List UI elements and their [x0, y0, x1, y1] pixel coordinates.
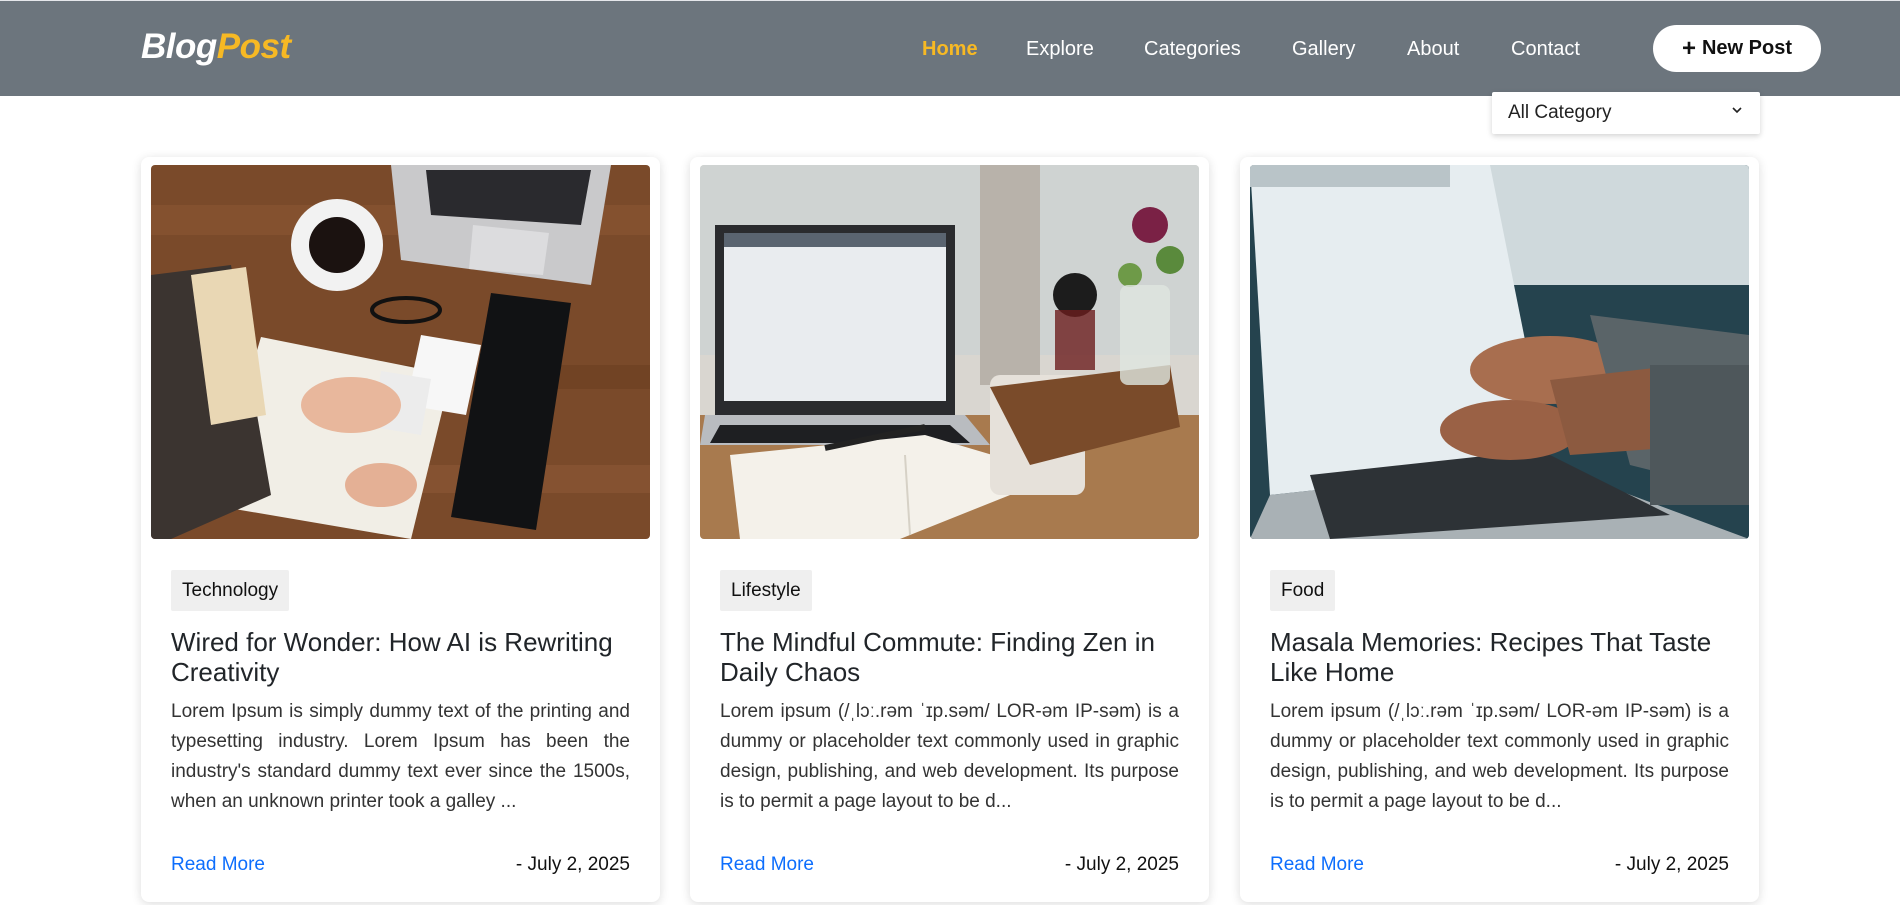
category-filter-select[interactable]: All Category	[1492, 92, 1760, 134]
post-title[interactable]: Wired for Wonder: How AI is Rewriting Cr…	[171, 627, 630, 687]
nav-about[interactable]: About	[1407, 38, 1459, 61]
post-excerpt: Lorem ipsum (/ˌlɔː.rəm ˈɪp.səm/ LOR-əm I…	[1270, 701, 1729, 812]
post-image[interactable]	[151, 165, 650, 539]
read-more-link[interactable]: Read More	[1270, 854, 1364, 876]
category-filter-value: All Category	[1508, 102, 1612, 123]
post-excerpt: Lorem ipsum (/ˌlɔː.rəm ˈɪp.səm/ LOR-əm I…	[720, 701, 1179, 812]
nav-explore[interactable]: Explore	[1026, 38, 1094, 61]
nav-contact[interactable]: Contact	[1511, 38, 1580, 61]
post-title[interactable]: The Mindful Commute: Finding Zen in Dail…	[720, 627, 1179, 687]
navbar: BlogPost Home Explore Categories Gallery…	[0, 0, 1900, 96]
new-post-button[interactable]: + New Post	[1653, 25, 1821, 72]
main-nav: Home Explore Categories Gallery About Co…	[0, 38, 1900, 64]
category-tag[interactable]: Food	[1270, 570, 1336, 611]
category-tag[interactable]: Technology	[171, 570, 290, 611]
post-date: - July 2, 2025	[515, 854, 630, 875]
new-post-label: New Post	[1701, 37, 1793, 59]
desk-notebook-laptop-photo	[151, 165, 650, 539]
post-card: Food Masala Memories: Recipes That Taste…	[1240, 157, 1759, 902]
plus-icon: +	[1681, 34, 1696, 62]
chevron-down-icon	[1732, 107, 1742, 114]
post-image[interactable]	[1250, 165, 1749, 539]
typing-laptop-photo	[1250, 165, 1749, 539]
post-title[interactable]: Masala Memories: Recipes That Taste Like…	[1270, 627, 1729, 687]
post-card: Technology Wired for Wonder: How AI is R…	[141, 157, 660, 902]
post-excerpt: Lorem Ipsum is simply dummy text of the …	[171, 701, 630, 812]
read-more-link[interactable]: Read More	[171, 854, 265, 876]
nav-gallery[interactable]: Gallery	[1292, 38, 1355, 61]
post-image[interactable]	[700, 165, 1199, 539]
read-more-link[interactable]: Read More	[720, 854, 814, 876]
laptop-open-book-photo	[700, 165, 1199, 539]
post-date: - July 2, 2025	[1064, 854, 1179, 875]
nav-home[interactable]: Home	[922, 38, 978, 61]
post-card: Lifestyle The Mindful Commute: Finding Z…	[690, 157, 1209, 902]
nav-categories[interactable]: Categories	[1144, 38, 1241, 61]
post-date: - July 2, 2025	[1614, 854, 1729, 875]
category-tag[interactable]: Lifestyle	[720, 570, 812, 611]
